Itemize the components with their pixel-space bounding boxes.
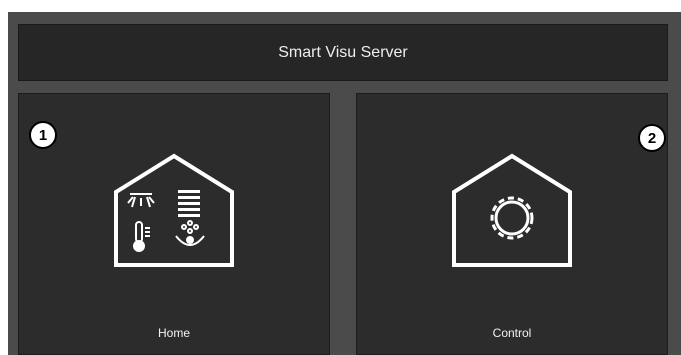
blinds-icon bbox=[178, 190, 200, 217]
home-icon bbox=[114, 153, 234, 267]
app-header: Smart Visu Server bbox=[18, 24, 668, 81]
home-tile[interactable]: Home bbox=[18, 93, 330, 355]
control-icon bbox=[452, 153, 572, 267]
thermometer-icon bbox=[133, 221, 150, 252]
control-label: Control bbox=[492, 326, 532, 340]
app-container: Smart Visu Server Home Control bbox=[8, 12, 681, 355]
gear-icon bbox=[490, 196, 534, 240]
device-icon bbox=[175, 220, 205, 246]
screenshot-frame: Smart Visu Server Home Control 1 2 bbox=[0, 0, 681, 355]
page-title: Smart Visu Server bbox=[278, 43, 408, 61]
annotation-marker-1: 1 bbox=[29, 121, 57, 149]
light-icon bbox=[127, 193, 155, 208]
annotation-marker-2: 2 bbox=[638, 124, 666, 152]
control-tile[interactable]: Control bbox=[356, 93, 668, 355]
home-label: Home bbox=[157, 326, 190, 340]
